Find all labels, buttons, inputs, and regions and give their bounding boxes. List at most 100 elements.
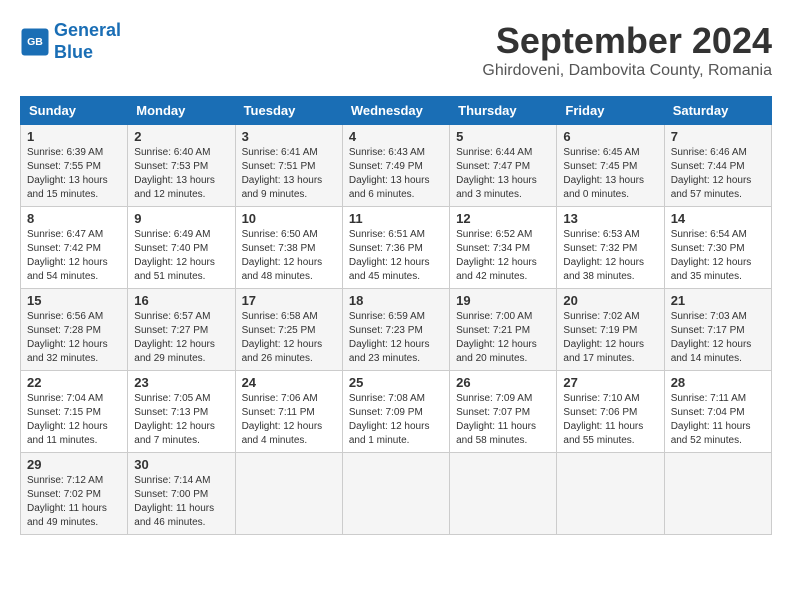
calendar-cell: 23 Sunrise: 7:05 AMSunset: 7:13 PMDayligh…	[128, 371, 235, 453]
col-thursday: Thursday	[450, 97, 557, 125]
day-number: 20	[563, 293, 657, 308]
location-subtitle: Ghirdoveni, Dambovita County, Romania	[482, 62, 772, 80]
day-number: 12	[456, 211, 550, 226]
calendar-cell: 27Sunrise: 7:10 AMSunset: 7:06 PMDayligh…	[557, 371, 664, 453]
day-number: 26	[456, 375, 550, 390]
day-info: Sunrise: 7:08 AMSunset: 7:09 PMDaylight:…	[349, 392, 443, 448]
calendar-cell: 3 Sunrise: 6:41 AMSunset: 7:51 PMDaylight…	[235, 125, 342, 207]
calendar-row: 29 Sunrise: 7:12 AMSunset: 7:02 PMDayligh…	[21, 453, 772, 535]
logo-line1: General	[54, 20, 121, 40]
day-info: Sunrise: 7:14 AMSunset: 7:00 PMDaylight:…	[134, 474, 228, 530]
calendar-cell: 16Sunrise: 6:57 AMSunset: 7:27 PMDayligh…	[128, 289, 235, 371]
calendar-cell: 9 Sunrise: 6:49 AMSunset: 7:40 PMDaylight…	[128, 207, 235, 289]
day-info: Sunrise: 6:39 AMSunset: 7:55 PMDaylight:…	[27, 146, 121, 202]
logo-icon: GB	[20, 27, 50, 57]
day-number: 10	[242, 211, 336, 226]
calendar-row: 1 Sunrise: 6:39 AMSunset: 7:55 PMDaylight…	[21, 125, 772, 207]
day-number: 1	[27, 129, 121, 144]
calendar-cell: 10 Sunrise: 6:50 AMSunset: 7:38 PMDayligh…	[235, 207, 342, 289]
month-title: September 2024	[482, 20, 772, 62]
col-tuesday: Tuesday	[235, 97, 342, 125]
day-info: Sunrise: 6:41 AMSunset: 7:51 PMDaylight:…	[242, 146, 336, 202]
calendar-cell: 29 Sunrise: 7:12 AMSunset: 7:02 PMDayligh…	[21, 453, 128, 535]
calendar-cell: 22 Sunrise: 7:04 AMSunset: 7:15 PMDayligh…	[21, 371, 128, 453]
day-info: Sunrise: 7:03 AMSunset: 7:17 PMDaylight:…	[671, 310, 765, 366]
calendar-row: 22 Sunrise: 7:04 AMSunset: 7:15 PMDayligh…	[21, 371, 772, 453]
calendar-cell: 25 Sunrise: 7:08 AMSunset: 7:09 PMDayligh…	[342, 371, 449, 453]
calendar-cell: 21Sunrise: 7:03 AMSunset: 7:17 PMDayligh…	[664, 289, 771, 371]
svg-text:GB: GB	[27, 36, 43, 48]
calendar-cell: 17Sunrise: 6:58 AMSunset: 7:25 PMDayligh…	[235, 289, 342, 371]
day-number: 14	[671, 211, 765, 226]
calendar-cell: 2 Sunrise: 6:40 AMSunset: 7:53 PMDaylight…	[128, 125, 235, 207]
calendar-header: Sunday Monday Tuesday Wednesday Thursday…	[21, 97, 772, 125]
col-friday: Friday	[557, 97, 664, 125]
day-number: 3	[242, 129, 336, 144]
day-number: 4	[349, 129, 443, 144]
day-info: Sunrise: 6:52 AMSunset: 7:34 PMDaylight:…	[456, 228, 550, 284]
day-info: Sunrise: 6:40 AMSunset: 7:53 PMDaylight:…	[134, 146, 228, 202]
calendar-cell: 12 Sunrise: 6:52 AMSunset: 7:34 PMDayligh…	[450, 207, 557, 289]
calendar-cell: 8Sunrise: 6:47 AMSunset: 7:42 PMDaylight…	[21, 207, 128, 289]
calendar-row: 8Sunrise: 6:47 AMSunset: 7:42 PMDaylight…	[21, 207, 772, 289]
day-info: Sunrise: 6:53 AMSunset: 7:32 PMDaylight:…	[563, 228, 657, 284]
day-number: 6	[563, 129, 657, 144]
day-info: Sunrise: 6:54 AMSunset: 7:30 PMDaylight:…	[671, 228, 765, 284]
day-info: Sunrise: 7:10 AMSunset: 7:06 PMDaylight:…	[563, 392, 657, 448]
day-info: Sunrise: 7:12 AMSunset: 7:02 PMDaylight:…	[27, 474, 121, 530]
day-number: 8	[27, 211, 121, 226]
day-info: Sunrise: 6:49 AMSunset: 7:40 PMDaylight:…	[134, 228, 228, 284]
calendar-cell: 28 Sunrise: 7:11 AMSunset: 7:04 PMDayligh…	[664, 371, 771, 453]
day-info: Sunrise: 7:05 AMSunset: 7:13 PMDaylight:…	[134, 392, 228, 448]
col-wednesday: Wednesday	[342, 97, 449, 125]
calendar-cell: 14 Sunrise: 6:54 AMSunset: 7:30 PMDayligh…	[664, 207, 771, 289]
day-number: 9	[134, 211, 228, 226]
day-number: 17	[242, 293, 336, 308]
calendar-cell: 6 Sunrise: 6:45 AMSunset: 7:45 PMDaylight…	[557, 125, 664, 207]
calendar-cell: 13Sunrise: 6:53 AMSunset: 7:32 PMDayligh…	[557, 207, 664, 289]
day-number: 25	[349, 375, 443, 390]
col-saturday: Saturday	[664, 97, 771, 125]
day-number: 7	[671, 129, 765, 144]
calendar-body: 1 Sunrise: 6:39 AMSunset: 7:55 PMDaylight…	[21, 125, 772, 535]
day-number: 15	[27, 293, 121, 308]
calendar-cell	[342, 453, 449, 535]
calendar-cell	[450, 453, 557, 535]
page-header: GB General Blue September 2024 Ghirdoven…	[20, 20, 772, 80]
calendar-cell: 15Sunrise: 6:56 AMSunset: 7:28 PMDayligh…	[21, 289, 128, 371]
day-number: 5	[456, 129, 550, 144]
day-number: 18	[349, 293, 443, 308]
calendar-cell	[664, 453, 771, 535]
calendar-cell: 19Sunrise: 7:00 AMSunset: 7:21 PMDayligh…	[450, 289, 557, 371]
day-info: Sunrise: 7:04 AMSunset: 7:15 PMDaylight:…	[27, 392, 121, 448]
day-info: Sunrise: 6:45 AMSunset: 7:45 PMDaylight:…	[563, 146, 657, 202]
col-sunday: Sunday	[21, 97, 128, 125]
day-number: 29	[27, 457, 121, 472]
day-number: 19	[456, 293, 550, 308]
day-info: Sunrise: 6:43 AMSunset: 7:49 PMDaylight:…	[349, 146, 443, 202]
calendar-row: 15Sunrise: 6:56 AMSunset: 7:28 PMDayligh…	[21, 289, 772, 371]
calendar-cell: 5Sunrise: 6:44 AMSunset: 7:47 PMDaylight…	[450, 125, 557, 207]
calendar-cell	[557, 453, 664, 535]
header-row: Sunday Monday Tuesday Wednesday Thursday…	[21, 97, 772, 125]
day-info: Sunrise: 7:02 AMSunset: 7:19 PMDaylight:…	[563, 310, 657, 366]
day-number: 2	[134, 129, 228, 144]
day-number: 28	[671, 375, 765, 390]
day-info: Sunrise: 7:09 AMSunset: 7:07 PMDaylight:…	[456, 392, 550, 448]
day-info: Sunrise: 7:11 AMSunset: 7:04 PMDaylight:…	[671, 392, 765, 448]
calendar-cell: 24Sunrise: 7:06 AMSunset: 7:11 PMDayligh…	[235, 371, 342, 453]
day-info: Sunrise: 6:57 AMSunset: 7:27 PMDaylight:…	[134, 310, 228, 366]
day-number: 23	[134, 375, 228, 390]
day-info: Sunrise: 6:50 AMSunset: 7:38 PMDaylight:…	[242, 228, 336, 284]
day-number: 22	[27, 375, 121, 390]
calendar-cell: 1 Sunrise: 6:39 AMSunset: 7:55 PMDaylight…	[21, 125, 128, 207]
calendar-cell	[235, 453, 342, 535]
logo-text: General Blue	[54, 20, 121, 63]
day-info: Sunrise: 6:59 AMSunset: 7:23 PMDaylight:…	[349, 310, 443, 366]
calendar-cell: 30Sunrise: 7:14 AMSunset: 7:00 PMDayligh…	[128, 453, 235, 535]
day-info: Sunrise: 6:46 AMSunset: 7:44 PMDaylight:…	[671, 146, 765, 202]
title-area: September 2024 Ghirdoveni, Dambovita Cou…	[482, 20, 772, 80]
calendar-cell: 18 Sunrise: 6:59 AMSunset: 7:23 PMDayligh…	[342, 289, 449, 371]
logo-line2: Blue	[54, 42, 93, 62]
calendar-cell: 7 Sunrise: 6:46 AMSunset: 7:44 PMDaylight…	[664, 125, 771, 207]
